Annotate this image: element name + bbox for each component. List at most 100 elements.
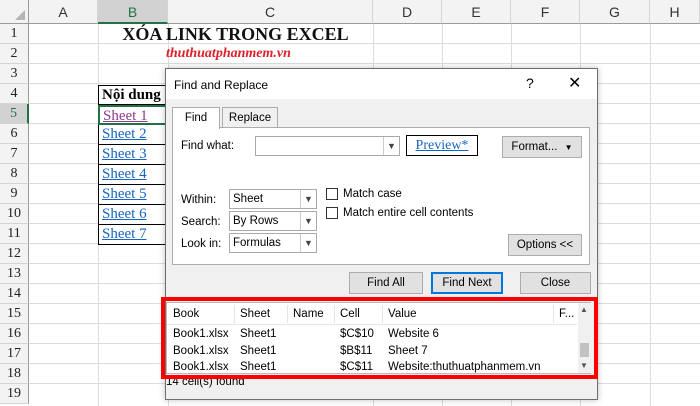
result-sheet: Sheet1 <box>240 345 277 357</box>
result-row[interactable]: Book1.xlsx Sheet1 $C$10 Website 6 <box>167 328 577 344</box>
match-entire-checkbox[interactable] <box>326 207 338 219</box>
result-book: Book1.xlsx <box>173 328 229 340</box>
gridline <box>29 63 700 64</box>
scroll-down-icon[interactable]: ▼ <box>580 361 588 370</box>
link-cell[interactable]: Sheet 5 <box>98 185 168 205</box>
results-list: Book Sheet Name Cell Value F... Book1.xl… <box>166 302 591 374</box>
format-preview: Preview* <box>406 135 478 156</box>
tab-replace[interactable]: Replace <box>222 107 278 128</box>
column-header-g[interactable]: G <box>580 0 650 24</box>
result-sheet: Sheet1 <box>240 361 277 373</box>
dropdown-arrow-icon: ▼ <box>564 143 573 152</box>
row-header-3[interactable]: 3 <box>0 64 29 84</box>
row-header-7[interactable]: 7 <box>0 144 29 164</box>
column-header-f[interactable]: F <box>511 0 580 24</box>
row-header-1[interactable]: 1 <box>0 24 29 44</box>
link-cell[interactable]: Sheet 1 <box>98 105 168 125</box>
column-header-value[interactable]: Value <box>388 308 417 320</box>
sheet-title[interactable]: XÓA LINK TRONG EXCEL <box>98 24 373 44</box>
search-select[interactable]: By Rows ▼ <box>229 211 317 231</box>
result-book: Book1.xlsx <box>173 345 229 357</box>
result-row[interactable]: Book1.xlsx Sheet1 $C$11 Website:thuthuat… <box>167 361 577 375</box>
column-header-d[interactable]: D <box>373 0 442 24</box>
select-all-corner[interactable] <box>0 0 29 24</box>
link-cell[interactable]: Sheet 2 <box>98 125 168 145</box>
dialog-title: Find and Replace <box>174 78 269 92</box>
within-value: Sheet <box>233 193 264 205</box>
row-header-5[interactable]: 5 <box>0 104 29 124</box>
row-header-14[interactable]: 14 <box>0 284 29 304</box>
result-book: Book1.xlsx <box>173 361 229 373</box>
find-all-button[interactable]: Find All <box>349 272 423 294</box>
dialog-titlebar[interactable]: Find and Replace ? ✕ <box>166 69 597 99</box>
lookin-select[interactable]: Formulas ▼ <box>229 233 317 253</box>
row-header-15[interactable]: 15 <box>0 304 29 324</box>
tab-find[interactable]: Find <box>172 107 220 129</box>
column-header-formula[interactable]: F... <box>559 308 574 320</box>
column-divider[interactable] <box>553 305 554 323</box>
column-header-book[interactable]: Book <box>173 308 199 320</box>
close-icon[interactable]: ✕ <box>568 73 581 93</box>
chevron-down-icon[interactable]: ▼ <box>383 137 399 155</box>
find-next-button[interactable]: Find Next <box>431 272 503 294</box>
within-select[interactable]: Sheet ▼ <box>229 189 317 209</box>
result-cell: $C$10 <box>340 328 374 340</box>
options-button[interactable]: Options << <box>508 234 582 256</box>
column-header-e[interactable]: E <box>442 0 511 24</box>
header-cell[interactable]: Nội dung <box>98 85 168 105</box>
column-header-a[interactable]: A <box>29 0 98 24</box>
row-header-16[interactable]: 16 <box>0 324 29 344</box>
row-header-12[interactable]: 12 <box>0 244 29 264</box>
column-header-c[interactable]: C <box>168 0 373 24</box>
row-header-10[interactable]: 10 <box>0 204 29 224</box>
column-divider[interactable] <box>382 305 383 323</box>
row-header-8[interactable]: 8 <box>0 164 29 184</box>
search-label: Search: <box>181 216 221 228</box>
row-header-6[interactable]: 6 <box>0 124 29 144</box>
row-header-11[interactable]: 11 <box>0 224 29 244</box>
results-scrollbar[interactable]: ▲ ▼ <box>578 303 591 373</box>
chevron-down-icon[interactable]: ▼ <box>300 190 316 208</box>
gridline <box>650 24 651 406</box>
chevron-down-icon[interactable]: ▼ <box>300 212 316 230</box>
result-sheet: Sheet1 <box>240 328 277 340</box>
link-cell[interactable]: Sheet 6 <box>98 205 168 225</box>
lookin-label: Look in: <box>181 238 222 250</box>
column-header-sheet[interactable]: Sheet <box>240 308 270 320</box>
column-header-name[interactable]: Name <box>293 308 324 320</box>
link-cell[interactable]: Sheet 4 <box>98 165 168 185</box>
find-what-label: Find what: <box>181 140 235 152</box>
column-divider[interactable] <box>234 305 235 323</box>
match-case-checkbox[interactable] <box>326 188 338 200</box>
row-header-19[interactable]: 19 <box>0 384 29 404</box>
link-cell[interactable]: Sheet 7 <box>98 225 168 245</box>
results-status: 14 cell(s) found <box>166 376 245 388</box>
format-button-label: Format... <box>511 141 558 153</box>
help-icon[interactable]: ? <box>526 75 534 91</box>
results-header: Book Sheet Name Cell Value F... <box>167 303 577 325</box>
scroll-thumb[interactable] <box>580 343 589 357</box>
row-header-18[interactable]: 18 <box>0 364 29 384</box>
match-case-label[interactable]: Match case <box>343 188 402 200</box>
row-header-17[interactable]: 17 <box>0 344 29 364</box>
result-row[interactable]: Book1.xlsx Sheet1 $B$11 Sheet 7 <box>167 345 577 361</box>
column-header-h[interactable]: H <box>650 0 700 24</box>
row-header-13[interactable]: 13 <box>0 264 29 284</box>
row-header-2[interactable]: 2 <box>0 44 29 64</box>
close-button[interactable]: Close <box>520 272 591 294</box>
chevron-down-icon[interactable]: ▼ <box>300 234 316 252</box>
row-header-4[interactable]: 4 <box>0 84 29 104</box>
link-cell[interactable]: Sheet 3 <box>98 145 168 165</box>
column-header-b[interactable]: B <box>98 0 168 24</box>
search-value: By Rows <box>233 215 279 227</box>
result-value: Website:thuthuatphanmem.vn <box>388 361 541 373</box>
within-label: Within: <box>181 194 217 206</box>
match-entire-label[interactable]: Match entire cell contents <box>343 207 473 219</box>
row-header-9[interactable]: 9 <box>0 184 29 204</box>
format-button[interactable]: Format... ▼ <box>502 136 582 158</box>
column-header-cell[interactable]: Cell <box>340 308 360 320</box>
find-what-input[interactable]: ▼ <box>255 136 400 156</box>
column-divider[interactable] <box>334 305 335 323</box>
column-divider[interactable] <box>287 305 288 323</box>
scroll-up-icon[interactable]: ▲ <box>580 305 588 314</box>
